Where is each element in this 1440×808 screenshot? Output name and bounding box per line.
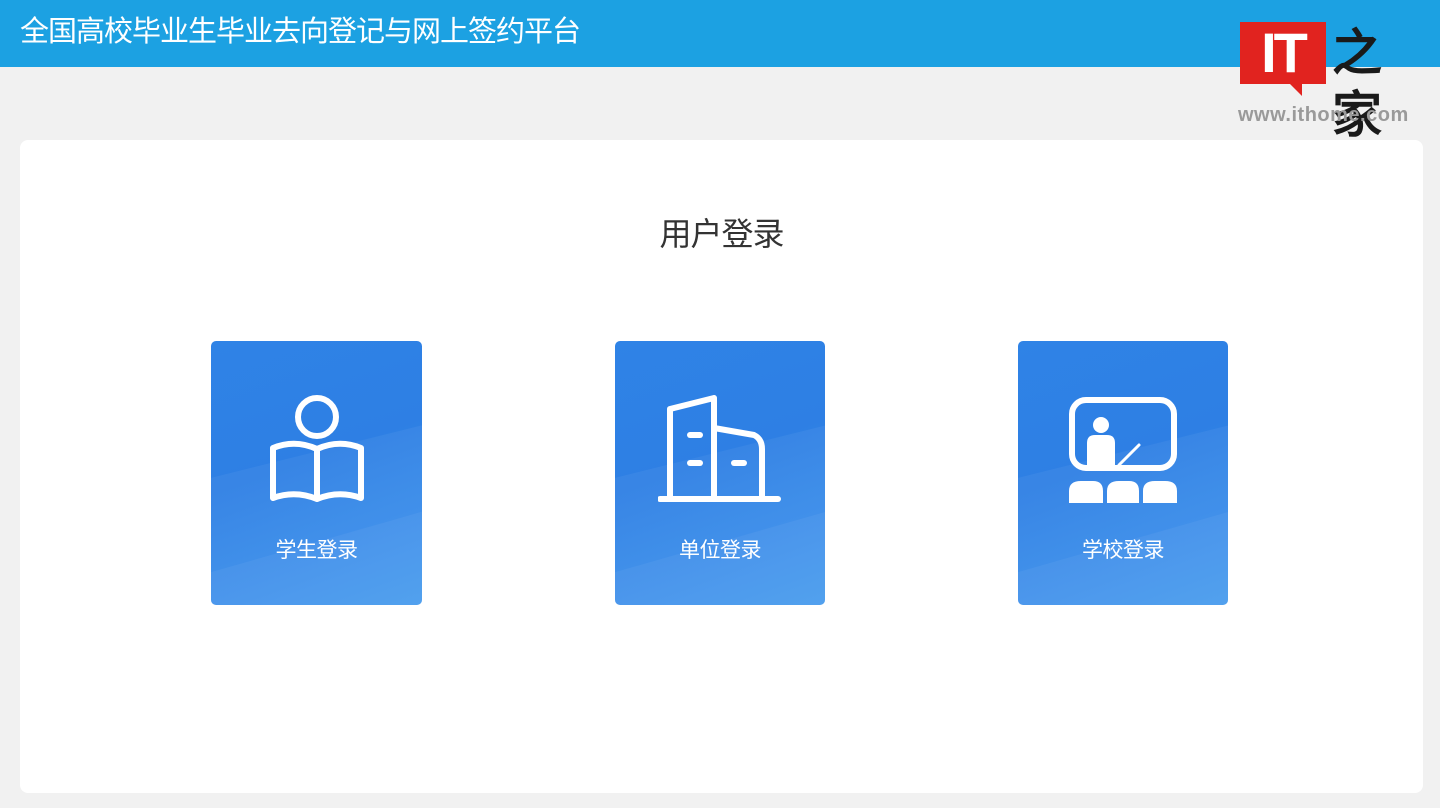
top-header-bar: 全国高校毕业生毕业去向登记与网上签约平台 bbox=[0, 0, 1440, 67]
office-building-icon bbox=[658, 395, 781, 502]
school-login-button[interactable]: 学校登录 bbox=[1018, 341, 1228, 605]
ithome-watermark: IT 之家 www.ithome.com bbox=[1234, 14, 1424, 145]
employer-login-label: 单位登录 bbox=[679, 538, 762, 562]
login-panel: 用户登录 学生登录 单位登录 学校登录 bbox=[20, 140, 1423, 793]
school-login-label: 学校登录 bbox=[1082, 538, 1165, 562]
ithome-logo: IT bbox=[1240, 22, 1326, 96]
ithome-url: www.ithome.com bbox=[1238, 104, 1409, 126]
student-login-button[interactable]: 学生登录 bbox=[211, 341, 422, 605]
teacher-blackboard-icon bbox=[1069, 397, 1177, 503]
login-panel-title: 用户登录 bbox=[659, 215, 784, 253]
ithome-logo-chinese: 之家 bbox=[1332, 23, 1382, 144]
site-title: 全国高校毕业生毕业去向登记与网上签约平台 bbox=[20, 14, 581, 48]
employer-login-button[interactable]: 单位登录 bbox=[615, 341, 825, 605]
student-reading-book-icon bbox=[269, 395, 364, 502]
student-login-label: 学生登录 bbox=[275, 538, 359, 562]
